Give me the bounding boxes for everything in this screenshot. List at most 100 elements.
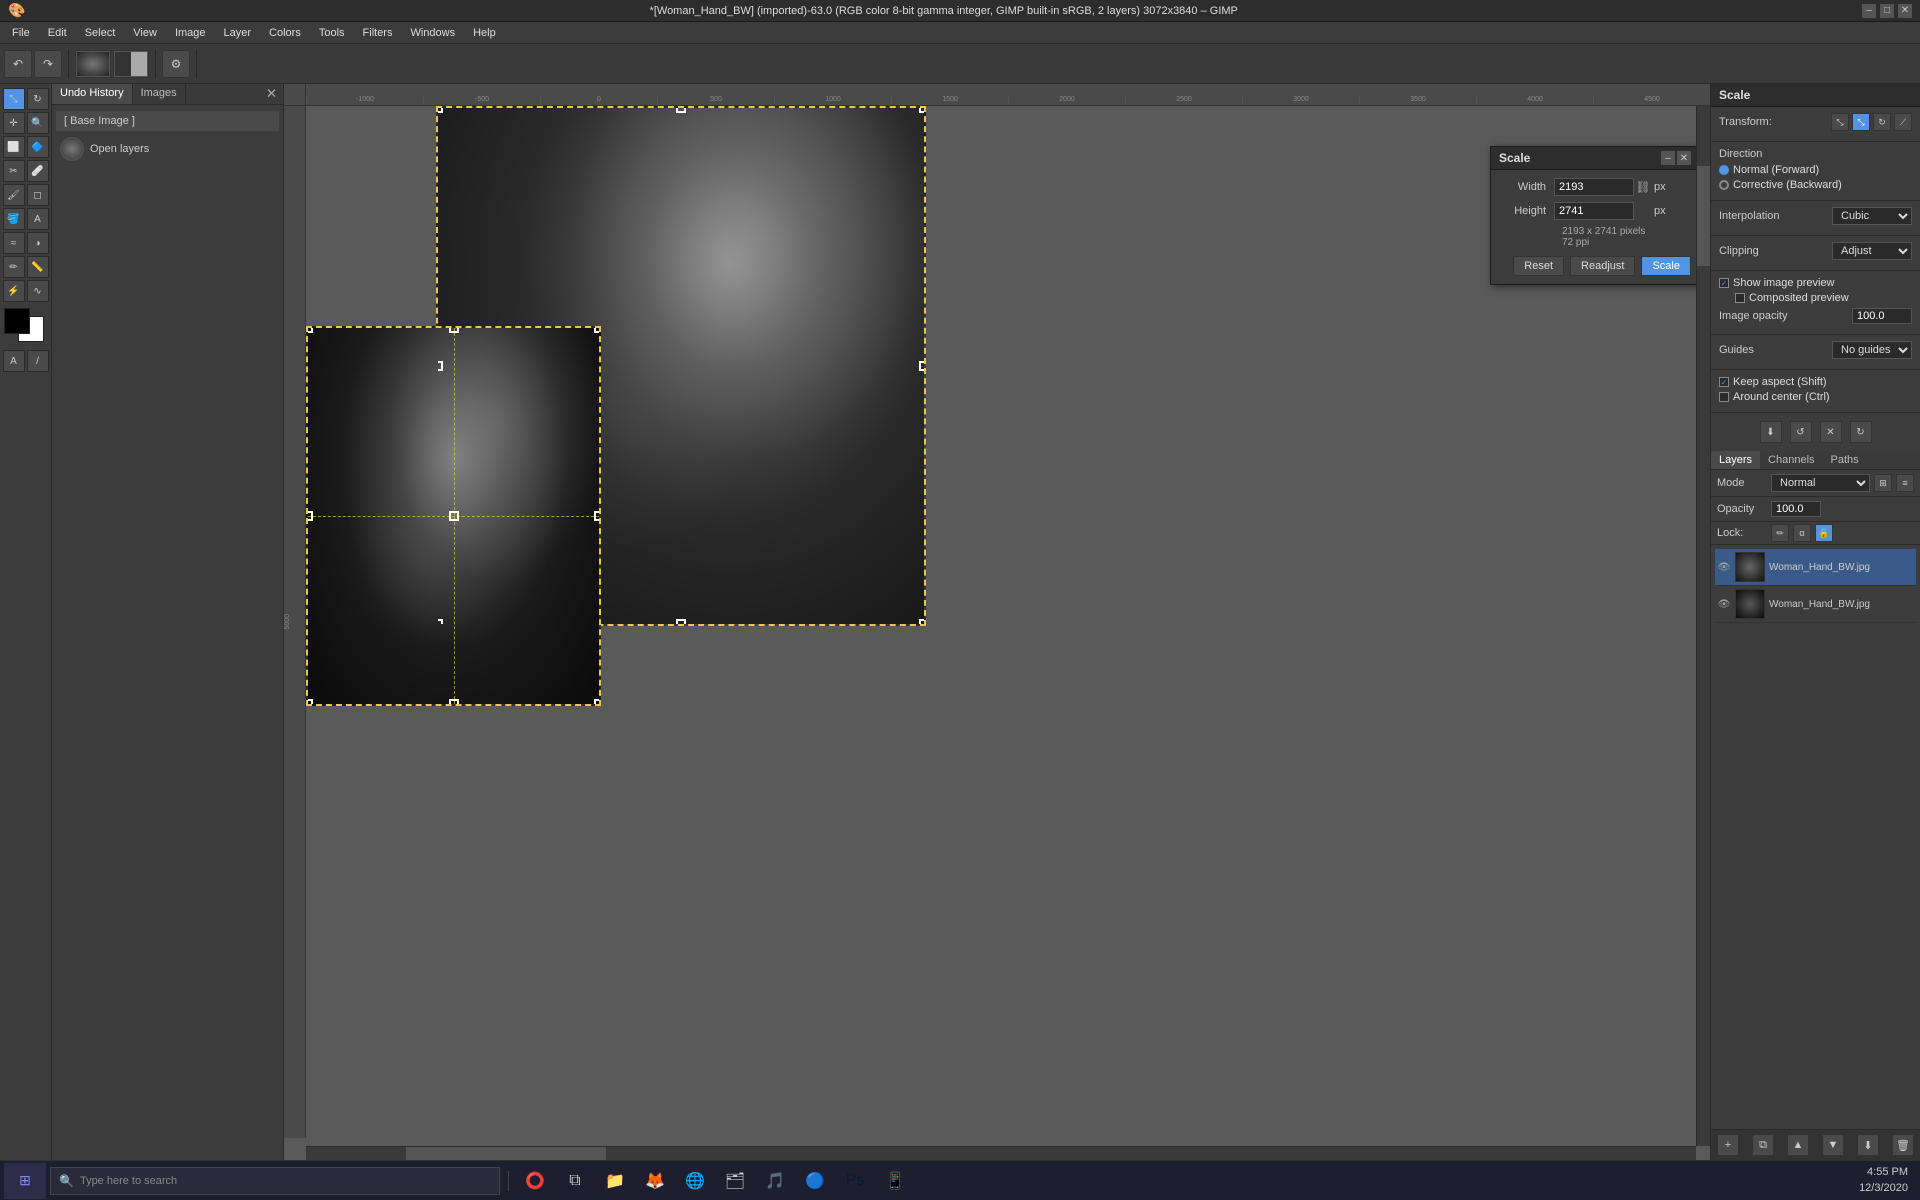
handle-br-large[interactable] xyxy=(919,619,926,626)
handle-tl-small[interactable] xyxy=(306,326,313,333)
tab-paths[interactable]: Paths xyxy=(1823,451,1867,469)
tool-measure[interactable]: 📏 xyxy=(27,256,49,278)
menu-item-view[interactable]: View xyxy=(125,25,165,41)
tab-undo-history[interactable]: Undo History xyxy=(52,84,133,104)
small-image-layer[interactable] xyxy=(306,326,601,706)
handle-ml-small[interactable] xyxy=(306,511,313,521)
transform-icon-4[interactable]: ⟋ xyxy=(1894,113,1912,131)
scale-width-input[interactable] xyxy=(1554,178,1634,196)
scale-dialog-close[interactable]: ✕ xyxy=(1677,151,1691,165)
tool-heal[interactable]: 🩹 xyxy=(27,160,49,182)
handle-bc-large[interactable] xyxy=(676,619,686,626)
scale-readjust-button[interactable]: Readjust xyxy=(1570,256,1635,276)
show-preview-checkbox[interactable] xyxy=(1719,278,1729,288)
tool-a[interactable]: A xyxy=(3,350,25,372)
radio-corrective-dot[interactable] xyxy=(1719,180,1729,190)
tool-eraser[interactable]: ◻ xyxy=(27,184,49,206)
handle-mr-large[interactable] xyxy=(919,361,926,371)
lock-alpha-btn[interactable]: α xyxy=(1793,524,1811,542)
tool-crop[interactable]: ✂ xyxy=(3,160,25,182)
clipping-select[interactable]: Adjust Clip xyxy=(1832,242,1912,260)
handle-tc-small[interactable] xyxy=(449,326,459,333)
tool-extra-2[interactable]: ∿ xyxy=(27,280,49,302)
left-panel-close[interactable]: ✕ xyxy=(260,84,283,104)
undo-button[interactable]: ↶ xyxy=(4,50,32,78)
taskbar-firefox[interactable]: 🦊 xyxy=(637,1163,673,1199)
opacity-input[interactable] xyxy=(1852,308,1912,324)
taskbar-photoshop[interactable]: Ps xyxy=(837,1163,873,1199)
tool-path[interactable]: ✏ xyxy=(3,256,25,278)
chain-link-icon[interactable]: ⛓ xyxy=(1636,180,1650,194)
canvas-area[interactable]: -1000 -500 0 500 1000 1500 2000 2500 300… xyxy=(284,84,1710,1160)
menu-item-file[interactable]: File xyxy=(4,25,38,41)
handle-tc-large[interactable] xyxy=(676,106,686,113)
minimize-button[interactable]: – xyxy=(1862,4,1876,18)
menu-item-layer[interactable]: Layer xyxy=(216,25,260,41)
h-scrollbar-thumb[interactable] xyxy=(406,1147,606,1160)
tab-images[interactable]: Images xyxy=(133,84,186,104)
handle-center-small[interactable] xyxy=(449,511,459,521)
toolbar-extra-button[interactable]: ⚙ xyxy=(162,50,190,78)
menu-item-filters[interactable]: Filters xyxy=(355,25,401,41)
close-button[interactable]: ✕ xyxy=(1898,4,1912,18)
taskbar-cortana[interactable]: ⭕ xyxy=(517,1163,553,1199)
mode-extra-btn[interactable]: ⊞ xyxy=(1874,474,1892,492)
tool-rect-select[interactable]: ⬜ xyxy=(3,136,25,158)
lock-all-btn[interactable]: 🔒 xyxy=(1815,524,1833,542)
mode-extra-btn2[interactable]: ≡ xyxy=(1896,474,1914,492)
tool-rotate[interactable]: ↻ xyxy=(27,88,49,110)
menu-item-help[interactable]: Help xyxy=(465,25,504,41)
open-layers-item[interactable]: Open layers xyxy=(56,133,279,165)
lock-pixel-btn[interactable]: ✏ xyxy=(1771,524,1789,542)
image-thumbnail-2[interactable] xyxy=(113,50,149,78)
redo-button[interactable]: ↷ xyxy=(34,50,62,78)
tool-extra-1[interactable]: ⚡ xyxy=(3,280,25,302)
tool-text[interactable]: A xyxy=(27,208,49,230)
scale-reset-button[interactable]: Reset xyxy=(1513,256,1564,276)
horizontal-scrollbar[interactable] xyxy=(306,1146,1696,1160)
vertical-scrollbar[interactable] xyxy=(1696,106,1710,1146)
tool-zoom[interactable]: 🔍 xyxy=(27,112,49,134)
tab-channels[interactable]: Channels xyxy=(1760,451,1822,469)
tool-scale[interactable]: ⤡ xyxy=(3,88,25,110)
layer-new-button[interactable]: + xyxy=(1717,1134,1739,1156)
handle-tr-small[interactable] xyxy=(594,326,601,333)
menu-item-tools[interactable]: Tools xyxy=(311,25,353,41)
layer-entry-2[interactable]: 👁 Woman_Hand_BW.jpg xyxy=(1715,586,1916,623)
action-btn-3[interactable]: ✕ xyxy=(1820,421,1842,443)
layer-merge-button[interactable]: ⬇ xyxy=(1857,1134,1879,1156)
scale-dialog-minimize[interactable]: – xyxy=(1661,151,1675,165)
transform-icon-3[interactable]: ↻ xyxy=(1873,113,1891,131)
image-thumbnail-1[interactable] xyxy=(75,50,111,78)
action-btn-4[interactable]: ↻ xyxy=(1850,421,1872,443)
tool-smudge[interactable]: ≈ xyxy=(3,232,25,254)
taskbar-file-explorer[interactable]: 📁 xyxy=(597,1163,633,1199)
taskbar-task-view[interactable]: ⧉ xyxy=(557,1163,593,1199)
transform-icon-1[interactable]: ⤡ xyxy=(1831,113,1849,131)
guides-select[interactable]: No guides xyxy=(1832,341,1912,359)
tool-move[interactable]: ✛ xyxy=(3,112,25,134)
layer-visibility-1[interactable]: 👁 xyxy=(1717,560,1731,574)
taskbar-chrome[interactable]: 🔵 xyxy=(797,1163,833,1199)
around-center-checkbox[interactable] xyxy=(1719,392,1729,402)
radio-normal-dot[interactable] xyxy=(1719,165,1729,175)
menu-item-select[interactable]: Select xyxy=(77,25,124,41)
handle-tl-large[interactable] xyxy=(436,106,443,113)
composited-preview-checkbox[interactable] xyxy=(1735,293,1745,303)
layer-up-button[interactable]: ▲ xyxy=(1787,1134,1809,1156)
tab-layers[interactable]: Layers xyxy=(1711,451,1760,469)
interpolation-select[interactable]: Cubic Linear None xyxy=(1832,207,1912,225)
handle-ml-large[interactable] xyxy=(436,361,443,371)
taskbar-edge[interactable]: 🌐 xyxy=(677,1163,713,1199)
transform-icon-2[interactable]: ⤡ xyxy=(1852,113,1870,131)
layer-entry-1[interactable]: 👁 Woman_Hand_BW.jpg xyxy=(1715,549,1916,586)
handle-tr-large[interactable] xyxy=(919,106,926,113)
search-bar[interactable]: 🔍 Type here to search xyxy=(50,1167,500,1195)
start-button[interactable]: ⊞ xyxy=(4,1163,46,1199)
layer-duplicate-button[interactable]: ⧉ xyxy=(1752,1134,1774,1156)
action-btn-2[interactable]: ↺ xyxy=(1790,421,1812,443)
handle-bc-small[interactable] xyxy=(449,699,459,706)
taskbar-clock[interactable]: 4:55 PM 12/3/2020 xyxy=(1859,1165,1916,1196)
action-btn-1[interactable]: ⬇ xyxy=(1760,421,1782,443)
keep-aspect-checkbox[interactable] xyxy=(1719,377,1729,387)
